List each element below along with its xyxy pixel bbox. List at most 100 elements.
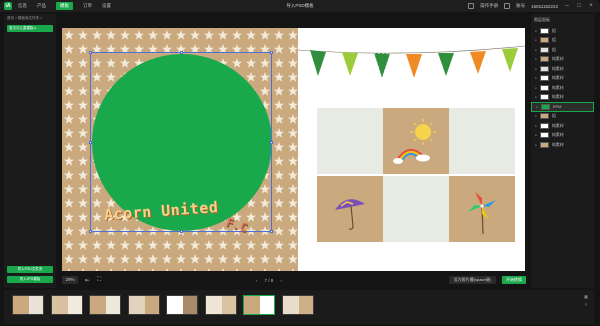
visibility-icon[interactable]: ●: [535, 124, 537, 128]
layer-row[interactable]: ● 组: [531, 26, 594, 36]
menu-product[interactable]: 产品: [37, 3, 46, 9]
page-thumbnail[interactable]: [127, 295, 160, 315]
zoom-level[interactable]: 29%: [62, 276, 78, 284]
visibility-icon[interactable]: ●: [535, 38, 537, 42]
minimize-icon[interactable]: –: [564, 3, 570, 9]
resize-handle-se[interactable]: [270, 230, 273, 233]
menu-info[interactable]: 信息: [18, 3, 27, 9]
layer-row[interactable]: ● 纯素材: [531, 93, 594, 103]
layer-label: 纯素材: [551, 65, 564, 71]
import-psd-button[interactable]: 导入PSD文件夹: [7, 266, 53, 273]
page-thumbnail[interactable]: [89, 295, 121, 315]
folder-tab[interactable]: 宝贝与儿童模板 ▸: [7, 25, 53, 32]
breadcrumb[interactable]: 首页 > 模板库文件夹 >: [4, 14, 56, 23]
page-thumbnail[interactable]: [50, 295, 83, 315]
thumbnail-right-page: [298, 296, 313, 314]
account-icon[interactable]: [504, 3, 511, 9]
visibility-icon[interactable]: ●: [536, 105, 538, 109]
layer-thumbnail: [539, 132, 549, 139]
visibility-icon[interactable]: ●: [535, 29, 537, 33]
resize-handle-ne[interactable]: [270, 51, 273, 54]
resize-handle-w[interactable]: [89, 141, 92, 144]
pinwheel-icon: [468, 192, 496, 235]
resize-handle-e[interactable]: [270, 141, 273, 144]
prev-page-button[interactable]: ‹: [256, 278, 258, 283]
thumbnail-right-page: [29, 296, 43, 314]
visibility-icon[interactable]: ●: [535, 86, 537, 90]
left-panel: 首页 > 模板库文件夹 > 宝贝与儿童模板 ▸ 导入PSD文件夹 导入JPG模板: [4, 14, 56, 288]
layer-row[interactable]: ● 组: [531, 36, 594, 46]
bunting-decoration: [298, 45, 525, 79]
help-icon[interactable]: [468, 3, 475, 9]
layer-row[interactable]: ● 纯素材: [531, 74, 594, 84]
layer-thumbnail: [539, 65, 549, 72]
template-canvas[interactable]: Acorn United F.C: [62, 28, 525, 271]
visibility-icon[interactable]: ●: [535, 95, 537, 99]
page-thumbnail[interactable]: [204, 295, 237, 315]
layer-label: 纯素材: [551, 132, 564, 138]
layer-row[interactable]: ● 纯素材: [531, 55, 594, 65]
visibility-icon[interactable]: ●: [535, 133, 537, 137]
filmstrip-controls: ▦ ≡: [582, 294, 590, 318]
page-thumbnail[interactable]: [166, 295, 198, 315]
layer-thumbnail: [539, 84, 549, 91]
layer-label: 纯素材: [551, 84, 564, 90]
app-logo: iA: [4, 2, 12, 10]
visibility-icon[interactable]: ●: [535, 143, 537, 147]
next-page-button[interactable]: ›: [280, 278, 282, 283]
page-thumbnail[interactable]: [243, 295, 275, 315]
right-page[interactable]: [298, 28, 525, 271]
layer-row[interactable]: ● 纯素材: [531, 64, 594, 74]
start-convert-button[interactable]: 开始转换: [502, 276, 526, 284]
menu-settings[interactable]: 设置: [102, 3, 111, 9]
page-thumbnail[interactable]: [281, 295, 314, 315]
resize-handle-s[interactable]: [180, 230, 183, 233]
import-jpg-button[interactable]: 导入JPG模板: [7, 276, 53, 283]
app-window: iA 信息 产品 模板 订单 设置 导入PSD模板 操作手册 账号 168111…: [0, 0, 600, 326]
visibility-icon[interactable]: ●: [535, 48, 537, 52]
visibility-icon[interactable]: ●: [535, 67, 537, 71]
layer-row[interactable]: ● 纯素材: [531, 121, 594, 131]
layer-row[interactable]: ● 组: [531, 45, 594, 55]
visibility-icon[interactable]: ●: [535, 57, 537, 61]
layer-row[interactable]: ● EPM: [531, 102, 594, 112]
layer-row[interactable]: ● 纯素材: [531, 131, 594, 141]
grid-cell-2[interactable]: [383, 108, 449, 174]
layer-label: 纯素材: [551, 56, 564, 62]
thumbnail-right-page: [221, 296, 236, 314]
resize-handle-sw[interactable]: [89, 230, 92, 233]
page-filmstrip: ▦ ≡: [4, 290, 594, 324]
visibility-icon[interactable]: ●: [535, 114, 537, 118]
left-page[interactable]: Acorn United F.C: [62, 28, 298, 271]
grid-cell-1[interactable]: [317, 108, 383, 174]
account-link[interactable]: 账号: [516, 3, 525, 9]
page-thumbnail[interactable]: [12, 295, 44, 315]
layer-row[interactable]: ● 纯素材: [531, 140, 594, 150]
help-link[interactable]: 操作手册: [480, 3, 498, 9]
grid-cell-6[interactable]: [449, 176, 515, 242]
layer-label: 组: [551, 113, 556, 119]
resize-handle-nw[interactable]: [89, 51, 92, 54]
resize-handle-n[interactable]: [180, 51, 183, 54]
grid-cell-3[interactable]: [449, 108, 515, 174]
layer-row[interactable]: ● 纯素材: [531, 83, 594, 93]
thumbnail-right-page: [144, 296, 159, 314]
grid-view-icon[interactable]: ▦: [584, 294, 588, 299]
thumbnail-left-page: [90, 296, 106, 314]
fit-width-icon[interactable]: ⇤: [85, 277, 90, 284]
list-view-icon[interactable]: ≡: [585, 302, 587, 307]
layer-thumbnail: [539, 75, 549, 82]
fit-screen-icon[interactable]: ⛶: [97, 277, 101, 284]
close-icon[interactable]: ×: [588, 3, 594, 9]
layer-label: 纯素材: [551, 75, 564, 81]
titlebar-right: 操作手册 账号 16811152222 – □ ×: [468, 0, 594, 12]
layer-row[interactable]: ● 组: [531, 112, 594, 122]
menu-order[interactable]: 订单: [83, 3, 92, 9]
menu-template[interactable]: 模板: [56, 2, 73, 10]
grid-cell-5[interactable]: [383, 176, 449, 242]
maximize-icon[interactable]: □: [576, 3, 582, 9]
sun-rainbow-icon: [393, 119, 436, 164]
set-photo-slot-button[interactable]: 设为照片槽(space键): [448, 276, 496, 284]
visibility-icon[interactable]: ●: [535, 76, 537, 80]
grid-cell-4[interactable]: [317, 176, 383, 242]
